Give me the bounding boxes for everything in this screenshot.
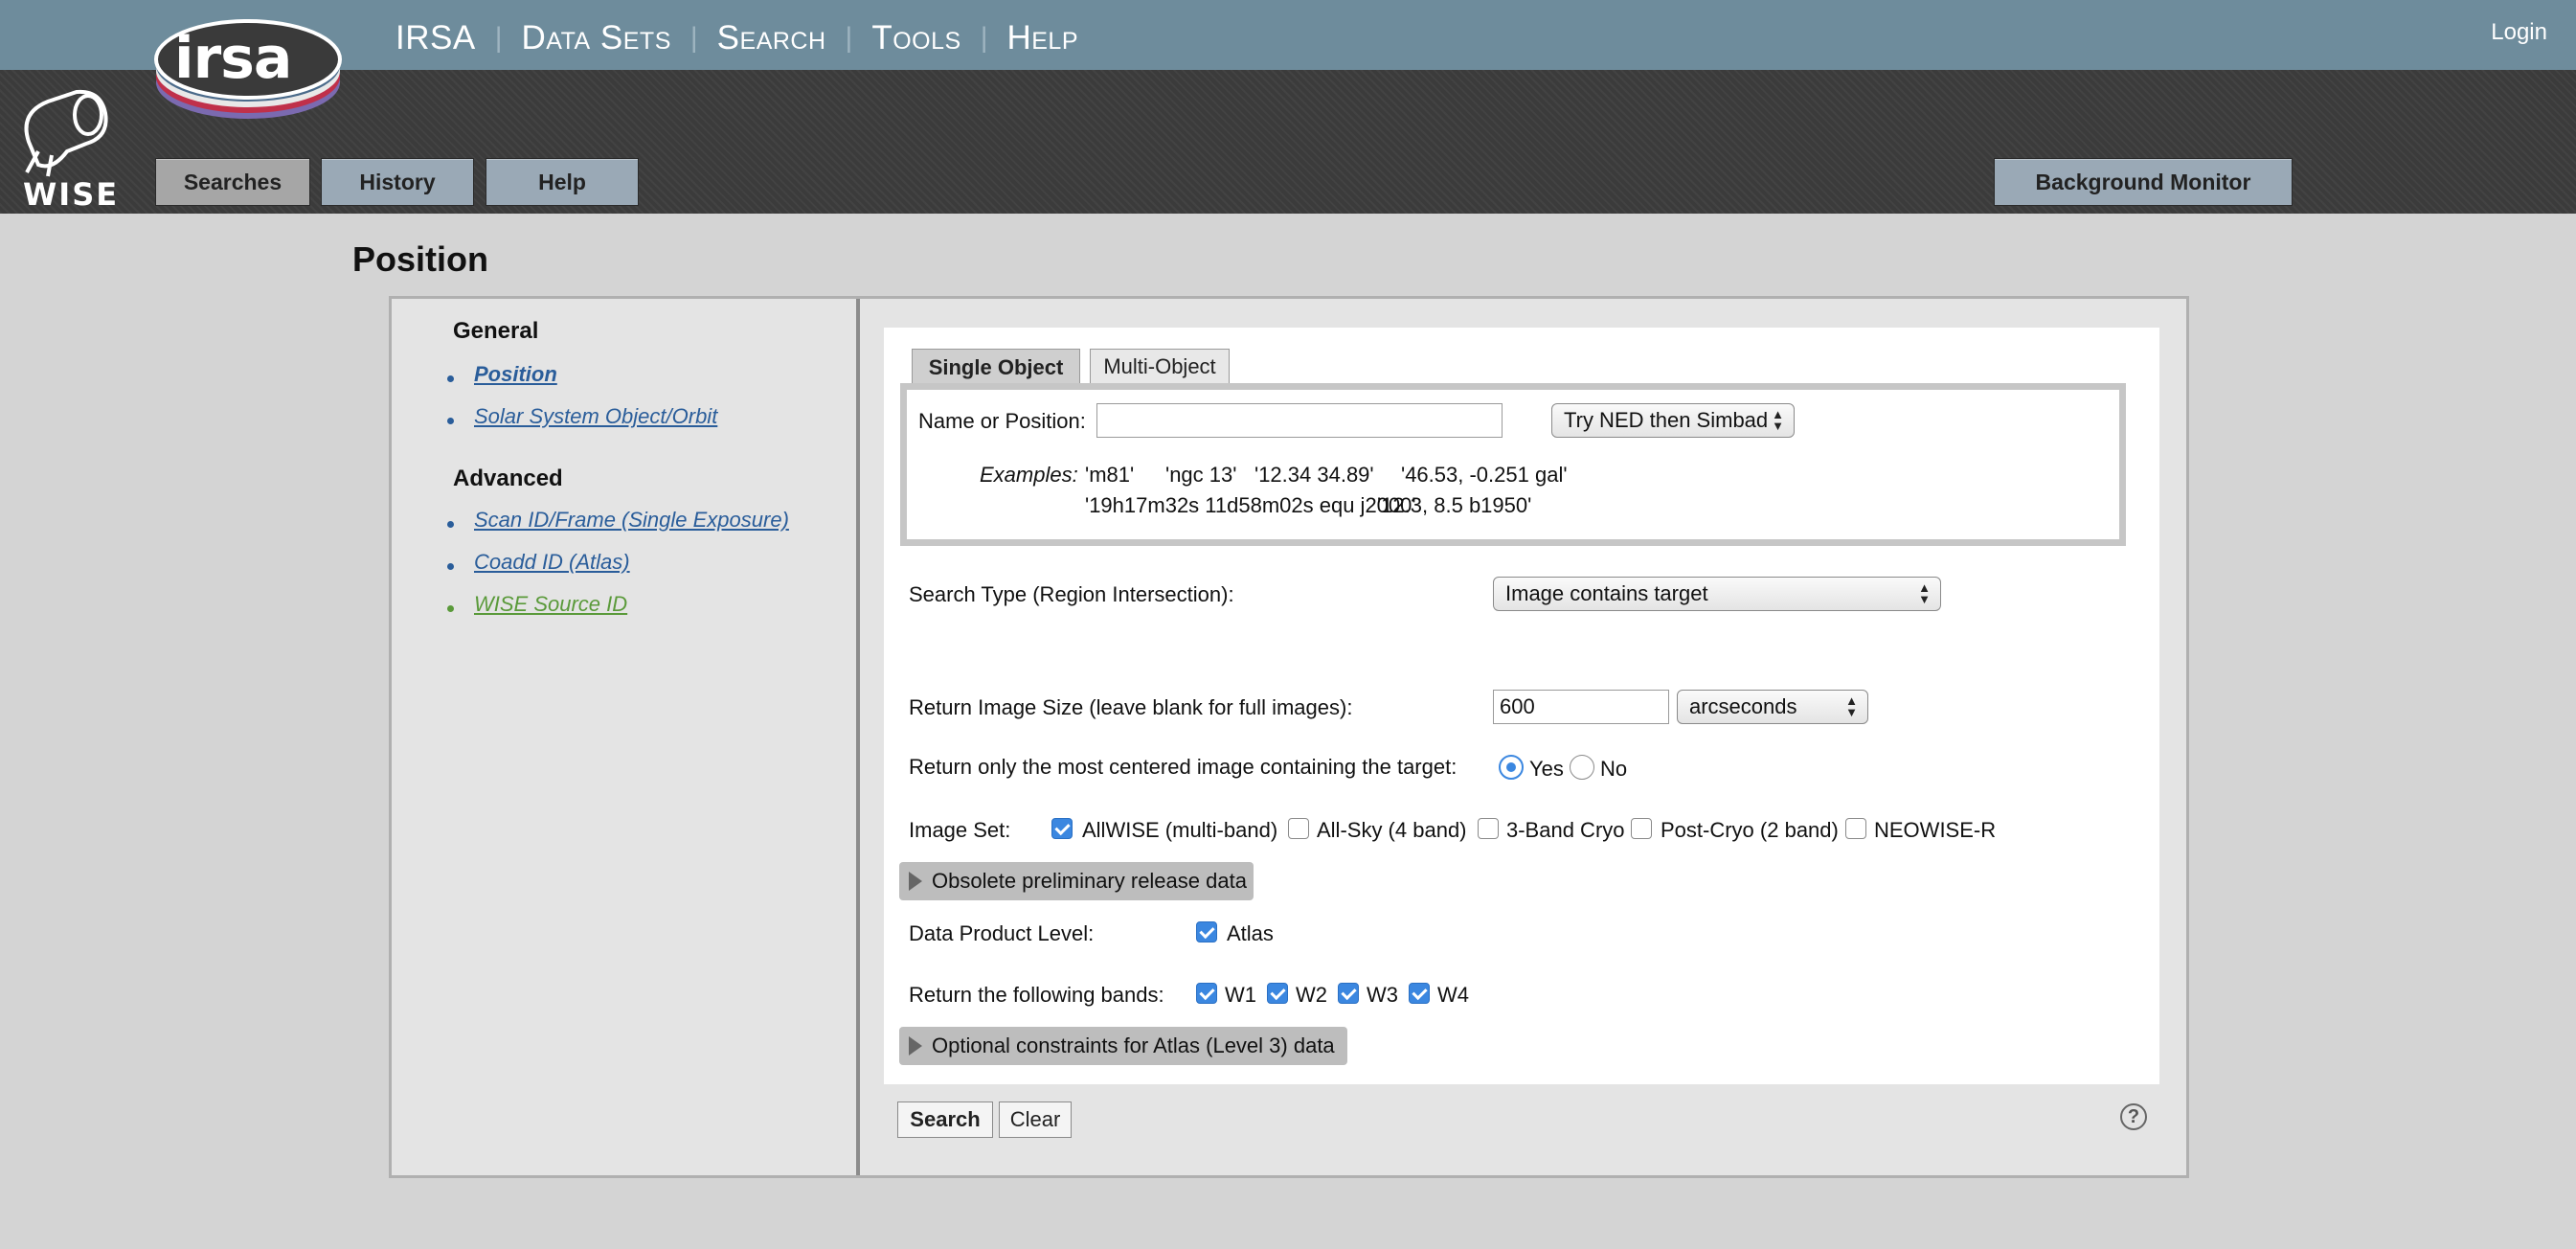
image-size-unit-value: arcseconds bbox=[1689, 694, 1797, 718]
history-button[interactable]: History bbox=[321, 158, 474, 206]
image-size-label: Return Image Size (leave blank for full … bbox=[909, 695, 1353, 719]
searches-button[interactable]: Searches bbox=[155, 158, 310, 206]
band-w1-checkbox[interactable] bbox=[1196, 983, 1217, 1004]
image-set-neowise-checkbox[interactable] bbox=[1845, 818, 1866, 839]
image-set-postcryo-checkbox[interactable] bbox=[1631, 818, 1652, 839]
image-set-allsky-label[interactable]: All-Sky (4 band) bbox=[1317, 818, 1467, 843]
list-bullet bbox=[447, 418, 454, 424]
product-level-atlas-label[interactable]: Atlas bbox=[1227, 921, 1274, 946]
optional-constraints-label: Optional constraints for Atlas (Level 3)… bbox=[932, 1033, 1335, 1057]
image-set-label: Image Set: bbox=[909, 818, 1011, 842]
image-size-unit-select[interactable]: arcseconds ▲ ▼ bbox=[1677, 690, 1868, 724]
image-size-input[interactable] bbox=[1493, 690, 1669, 724]
expand-triangle-icon bbox=[909, 1036, 922, 1056]
example-text: '12.34 34.89' bbox=[1254, 463, 1374, 487]
search-panel: General Position Solar System Object/Orb… bbox=[389, 296, 2189, 1178]
select-arrows-icon: ▲ ▼ bbox=[1772, 407, 1784, 433]
nav-separator: | bbox=[845, 22, 853, 54]
band-w2-checkbox[interactable] bbox=[1267, 983, 1288, 1004]
nav-tools[interactable]: Tools bbox=[871, 19, 960, 57]
login-link[interactable]: Login bbox=[2491, 19, 2547, 46]
band-w4-label[interactable]: W4 bbox=[1437, 983, 1469, 1008]
example-text: '46.53, -0.251 gal' bbox=[1401, 463, 1568, 487]
centered-yes-label[interactable]: Yes bbox=[1529, 757, 1564, 782]
search-type-select[interactable]: Image contains target ▲ ▼ bbox=[1493, 577, 1941, 611]
clear-button[interactable]: Clear bbox=[999, 1101, 1072, 1138]
nav-separator: | bbox=[689, 22, 698, 54]
name-position-label: Name or Position: bbox=[918, 409, 1086, 433]
sidebar-heading-advanced: Advanced bbox=[453, 466, 563, 491]
tab-single-object[interactable]: Single Object bbox=[912, 349, 1080, 385]
irsa-logo[interactable]: irsa bbox=[146, 8, 351, 130]
search-button[interactable]: Search bbox=[897, 1101, 993, 1138]
obsolete-release-toggle[interactable]: Obsolete preliminary release data bbox=[899, 862, 1254, 900]
band-w1-label[interactable]: W1 bbox=[1225, 983, 1256, 1008]
image-set-3band-label[interactable]: 3-Band Cryo bbox=[1506, 818, 1625, 843]
irsa-logo-text: irsa bbox=[174, 25, 292, 92]
nav-search[interactable]: Search bbox=[717, 19, 826, 57]
nav-separator: | bbox=[980, 22, 988, 54]
band-w3-checkbox[interactable] bbox=[1338, 983, 1359, 1004]
main-menu: IRSA | Data Sets | Search | Tools | Help bbox=[395, 19, 1078, 57]
list-bullet bbox=[447, 605, 454, 612]
centered-no-label[interactable]: No bbox=[1600, 757, 1627, 782]
obsolete-release-label: Obsolete preliminary release data bbox=[932, 869, 1247, 893]
bands-label: Return the following bands: bbox=[909, 983, 1164, 1007]
example-text: '12.3, 8.5 b1950' bbox=[1377, 493, 1532, 517]
sidebar-item-position[interactable]: Position bbox=[474, 362, 557, 387]
select-arrows-icon: ▲ ▼ bbox=[1845, 693, 1858, 719]
centered-image-label: Return only the most centered image cont… bbox=[909, 755, 1457, 779]
top-nav-bar: IRSA | Data Sets | Search | Tools | Help… bbox=[0, 0, 2576, 70]
tab-multi-object[interactable]: Multi-Object bbox=[1090, 349, 1230, 385]
panel-divider[interactable] bbox=[856, 299, 860, 1175]
band-w4-checkbox[interactable] bbox=[1409, 983, 1430, 1004]
centered-no-radio[interactable] bbox=[1570, 755, 1594, 780]
list-bullet bbox=[447, 521, 454, 528]
band-w2-label[interactable]: W2 bbox=[1296, 983, 1327, 1008]
wise-logo-text: WISE bbox=[23, 176, 120, 213]
wise-logo[interactable]: WISE bbox=[10, 84, 124, 213]
sidebar-item-scan-id[interactable]: Scan ID/Frame (Single Exposure) bbox=[474, 508, 789, 533]
image-set-postcryo-label[interactable]: Post-Cryo (2 band) bbox=[1661, 818, 1839, 843]
nav-irsa[interactable]: IRSA bbox=[395, 19, 476, 57]
background-monitor-button[interactable]: Background Monitor bbox=[1994, 158, 2293, 206]
product-level-label: Data Product Level: bbox=[909, 921, 1095, 945]
example-text: 'm81' bbox=[1085, 463, 1135, 487]
sidebar-item-wise-source-id[interactable]: WISE Source ID bbox=[474, 592, 627, 617]
search-type-label: Search Type (Region Intersection): bbox=[909, 582, 1234, 606]
band-w3-label[interactable]: W3 bbox=[1367, 983, 1398, 1008]
page-title: Position bbox=[352, 239, 488, 279]
list-bullet bbox=[447, 563, 454, 570]
resolver-select[interactable]: Try NED then Simbad ▲ ▼ bbox=[1551, 403, 1795, 438]
centered-yes-radio[interactable] bbox=[1499, 755, 1524, 780]
sidebar-heading-general: General bbox=[453, 318, 539, 344]
image-set-neowise-label[interactable]: NEOWISE-R bbox=[1874, 818, 1996, 843]
nav-separator: | bbox=[494, 22, 503, 54]
sidebar-item-solar-system[interactable]: Solar System Object/Orbit bbox=[474, 404, 717, 429]
examples-label: Examples: bbox=[980, 463, 1078, 487]
product-level-atlas-checkbox[interactable] bbox=[1196, 921, 1217, 942]
sidebar-item-coadd-id[interactable]: Coadd ID (Atlas) bbox=[474, 550, 630, 575]
optional-constraints-toggle[interactable]: Optional constraints for Atlas (Level 3)… bbox=[899, 1027, 1347, 1065]
wise-telescope-icon bbox=[24, 89, 108, 177]
image-set-allsky-checkbox[interactable] bbox=[1288, 818, 1309, 839]
select-arrows-icon: ▲ ▼ bbox=[1918, 580, 1931, 606]
example-text: '19h17m32s 11d58m02s equ j2000' bbox=[1085, 493, 1416, 517]
image-set-3band-checkbox[interactable] bbox=[1478, 818, 1499, 839]
nav-data-sets[interactable]: Data Sets bbox=[522, 19, 671, 57]
help-question-icon[interactable]: ? bbox=[2120, 1103, 2147, 1130]
nav-help[interactable]: Help bbox=[1006, 19, 1078, 57]
example-text: 'ngc 13' bbox=[1165, 463, 1237, 487]
name-position-input[interactable] bbox=[1096, 403, 1503, 438]
list-bullet bbox=[447, 375, 454, 382]
image-set-allwise-checkbox[interactable] bbox=[1051, 818, 1073, 839]
resolver-select-value: Try NED then Simbad bbox=[1564, 408, 1769, 432]
image-set-allwise-label[interactable]: AllWISE (multi-band) bbox=[1082, 818, 1277, 843]
name-position-box: Name or Position: Try NED then Simbad ▲ ▼… bbox=[900, 383, 2126, 546]
expand-triangle-icon bbox=[909, 872, 922, 891]
help-button[interactable]: Help bbox=[486, 158, 639, 206]
search-type-select-value: Image contains target bbox=[1505, 581, 1708, 605]
